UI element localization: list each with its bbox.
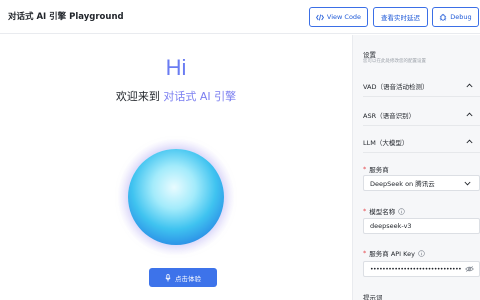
- view-code-button[interactable]: View Code: [309, 7, 368, 27]
- prompt-label: 提示词: [363, 292, 383, 300]
- model-name-input[interactable]: deepseek-v3: [363, 218, 480, 234]
- agent-orb: [118, 139, 234, 255]
- main-stage: Hi 欢迎来到 对话式 AI 引擎 点击体验: [0, 35, 352, 300]
- bug-icon: [440, 13, 447, 21]
- chevron-down-icon: [464, 181, 471, 185]
- model-name-value: deepseek-v3: [370, 222, 412, 230]
- orb-sphere: [128, 149, 224, 245]
- app-title: 对话式 AI 引擎 Playground: [8, 12, 124, 22]
- code-icon: [315, 14, 324, 20]
- provider-label-text: 服务商: [369, 166, 389, 174]
- settings-subtitle: 您可以在此处修改您的配置设置: [363, 59, 426, 64]
- chevron-up-icon: [466, 112, 473, 117]
- start-experience-button[interactable]: 点击体验: [149, 268, 217, 287]
- welcome-text: 欢迎来到 对话式 AI 引擎: [0, 88, 352, 104]
- section-llm[interactable]: LLM（大模型）: [363, 131, 480, 153]
- provider-label: * 服务商: [363, 164, 389, 174]
- api-key-input[interactable]: ••••••••••••••••••••••••••••••••••••••••: [363, 261, 480, 277]
- welcome-accent: 对话式 AI 引擎: [163, 90, 237, 103]
- model-label: * 模型名称: [363, 206, 405, 216]
- provider-select[interactable]: DeepSeek on 腾讯云: [363, 175, 480, 191]
- prompt-label-text: 提示词: [363, 294, 383, 300]
- welcome-prefix: 欢迎来到: [115, 90, 164, 103]
- section-asr-label: ASR（语音识别）: [363, 111, 416, 120]
- section-vad-label: VAD（语音活动检测）: [363, 82, 429, 91]
- greeting-text: Hi: [165, 55, 187, 80]
- section-asr[interactable]: ASR（语音识别）: [363, 104, 480, 126]
- model-label-text: 模型名称: [369, 208, 396, 216]
- info-icon[interactable]: [398, 207, 405, 215]
- chevron-up-icon: [466, 139, 473, 144]
- required-mark: *: [363, 249, 367, 257]
- view-latency-label: 查看实时延迟: [381, 14, 420, 22]
- required-mark: *: [363, 207, 367, 215]
- api-key-value: ••••••••••••••••••••••••••••••••••••••••: [370, 265, 462, 273]
- section-llm-label: LLM（大模型）: [363, 138, 409, 147]
- api-key-label: * 服务商 API Key: [363, 248, 425, 258]
- section-vad[interactable]: VAD（语音活动检测）: [363, 75, 480, 97]
- top-bar: 对话式 AI 引擎 Playground View Code 查看实时延迟 De…: [0, 0, 480, 34]
- eye-off-icon[interactable]: [465, 266, 474, 272]
- info-icon[interactable]: [418, 249, 425, 257]
- mic-icon: [165, 273, 171, 281]
- debug-button[interactable]: Debug: [432, 7, 479, 27]
- debug-label: Debug: [450, 13, 472, 21]
- required-mark: *: [363, 165, 367, 173]
- api-key-label-text: 服务商 API Key: [369, 250, 415, 258]
- chevron-up-icon: [466, 83, 473, 88]
- view-latency-button[interactable]: 查看实时延迟: [373, 7, 428, 27]
- provider-select-value: DeepSeek on 腾讯云: [370, 180, 435, 188]
- settings-panel: 设置 您可以在此处修改您的配置设置 VAD（语音活动检测） ASR（语音识别） …: [352, 35, 480, 300]
- start-experience-label: 点击体验: [175, 274, 201, 283]
- view-code-label: View Code: [326, 13, 362, 21]
